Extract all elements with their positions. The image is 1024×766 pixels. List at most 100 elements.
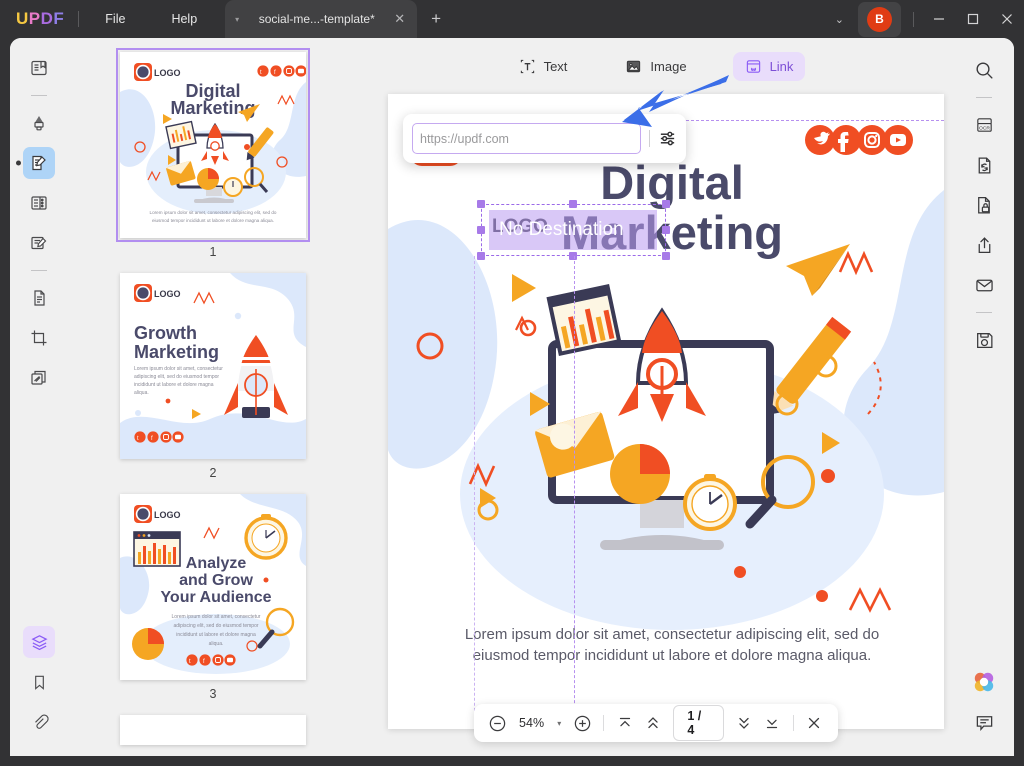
link-guide-horizontal <box>666 120 944 121</box>
sidebar-item-comment[interactable] <box>23 107 55 139</box>
previous-page-button[interactable] <box>640 710 665 737</box>
svg-text:incididunt ut labore et dolore: incididunt ut labore et dolore magna <box>134 382 214 388</box>
left-tool-rail <box>10 38 68 756</box>
next-page-button[interactable] <box>732 710 757 737</box>
svg-text:Lorem ipsum dolor sit amet, co: Lorem ipsum dolor sit amet, consectetur <box>134 366 223 372</box>
resize-handle-w[interactable] <box>477 226 485 234</box>
sidebar-item-layers[interactable] <box>23 626 55 658</box>
tool-text[interactable]: Text <box>507 52 580 81</box>
thumbnail-item[interactable]: LOGO Growth Marketing Lorem ipsum dolor … <box>68 273 358 480</box>
thumbnail-page-2[interactable]: LOGO Growth Marketing Lorem ipsum dolor … <box>120 273 306 459</box>
thumbnail-number: 3 <box>210 687 217 701</box>
sidebar-item-fill-and-sign[interactable] <box>23 227 55 259</box>
link-url-popup[interactable] <box>403 114 686 163</box>
thumbnail-page-1[interactable]: LOGO tf Digital Marketing <box>120 52 306 238</box>
resize-handle-nw[interactable] <box>477 200 485 208</box>
svg-text:incididunt ut labore et dolore: incididunt ut labore et dolore magna <box>176 632 256 638</box>
menu-help[interactable]: Help <box>159 8 209 30</box>
close-toolbar-button[interactable] <box>802 710 827 737</box>
sidebar-item-protect[interactable] <box>968 189 1000 221</box>
resize-handle-sw[interactable] <box>477 252 485 260</box>
svg-text:LOGO: LOGO <box>154 289 181 299</box>
thumbnail-panel[interactable]: LOGO tf Digital Marketing <box>68 38 358 756</box>
sidebar-item-convert[interactable] <box>968 149 1000 181</box>
document-tab[interactable]: ▾ social-me...-template* ✕ <box>225 0 417 38</box>
zoom-in-button[interactable] <box>570 710 595 737</box>
sidebar-item-batch[interactable] <box>23 362 55 394</box>
menu-file[interactable]: File <box>93 8 137 30</box>
active-indicator-dot <box>16 161 21 166</box>
logo-letter-f: F <box>53 9 64 29</box>
updf-window: U P D F File Help ▾ social-me...-templat… <box>0 0 1024 766</box>
sidebar-item-save-as[interactable] <box>968 324 1000 356</box>
svg-text:adipiscing elit, sed do eiusmo: adipiscing elit, sed do eiusmod tempor <box>173 623 258 629</box>
sidebar-item-page-tools[interactable] <box>23 187 55 219</box>
close-icon[interactable]: ✕ <box>394 11 405 27</box>
right-rail-bottom <box>968 662 1000 756</box>
thumbnail-item[interactable]: LOGO tf Digital Marketing <box>68 52 358 259</box>
edit-toolbar: Text Image <box>358 48 954 84</box>
tool-image[interactable]: Image <box>613 52 698 81</box>
zoom-dropdown-chevron-down-icon[interactable]: ▾ <box>551 719 567 728</box>
sidebar-item-bookmarks[interactable] <box>23 666 55 698</box>
sidebar-item-edit-pdf[interactable] <box>23 147 55 179</box>
sidebar-item-ocr[interactable]: OCR <box>968 109 1000 141</box>
new-tab-button[interactable]: + <box>431 9 441 29</box>
sidebar-item-crop-pages[interactable] <box>23 322 55 354</box>
minimize-button[interactable] <box>922 4 956 34</box>
resize-handle-n[interactable] <box>569 200 577 208</box>
right-rail-divider-1 <box>976 97 992 98</box>
link-destination-label: No Destination <box>499 219 624 241</box>
ai-flower-icon <box>972 670 996 694</box>
last-page-button[interactable] <box>760 710 785 737</box>
thumbnail-number: 1 <box>210 245 217 259</box>
resize-handle-se[interactable] <box>662 252 670 260</box>
right-tool-rail: OCR <box>954 38 1014 756</box>
selected-link-annotation[interactable]: No Destination <box>481 204 666 256</box>
resize-handle-e[interactable] <box>662 226 670 234</box>
svg-text:LOGO: LOGO <box>154 510 181 520</box>
tab-list-chevron-down-icon[interactable]: ⌄ <box>825 7 854 32</box>
zoom-level-display[interactable]: 54% <box>513 716 548 730</box>
svg-text:and Grow: and Grow <box>179 572 253 589</box>
account-button[interactable]: B <box>858 2 901 37</box>
rail-divider-1 <box>31 95 47 96</box>
zoom-out-button[interactable] <box>485 710 510 737</box>
link-guide-vertical <box>574 256 575 729</box>
sidebar-item-attachments[interactable] <box>23 706 55 738</box>
titlebar-right-group: ⌄ B <box>825 2 1024 37</box>
tool-link-label: Link <box>770 59 794 74</box>
sidebar-item-search[interactable] <box>968 54 1000 86</box>
sidebar-item-email[interactable] <box>968 269 1000 301</box>
svg-text:Digital: Digital <box>600 156 744 209</box>
app-shell: LOGO tf Digital Marketing <box>10 38 1014 756</box>
sidebar-item-comments[interactable] <box>968 706 1000 738</box>
svg-text:Marketing: Marketing <box>170 98 255 118</box>
svg-text:Lorem ipsum dolor sit amet, co: Lorem ipsum dolor sit amet, consectetur <box>172 614 261 620</box>
tool-image-label: Image <box>650 59 686 74</box>
tool-link[interactable]: Link <box>733 52 806 81</box>
text-tool-icon <box>519 58 536 75</box>
thumbnail-item[interactable] <box>68 715 358 745</box>
maximize-button[interactable] <box>956 4 990 34</box>
thumbnail-item[interactable]: LOGO <box>68 494 358 701</box>
pdf-page-canvas[interactable]: Digital Marketing <box>388 94 944 729</box>
logo-letter-d: D <box>41 9 54 29</box>
link-destination-box[interactable]: No Destination <box>489 210 657 250</box>
svg-text:Marketing: Marketing <box>134 342 219 362</box>
resize-handle-ne[interactable] <box>662 200 670 208</box>
tab-title: social-me...-template* <box>239 12 394 26</box>
sidebar-item-organize-pages[interactable] <box>23 282 55 314</box>
link-url-input[interactable] <box>412 123 641 154</box>
page-navigation-toolbar: 54% ▾ 1 / 4 <box>474 704 838 742</box>
sidebar-item-reader[interactable] <box>23 52 55 84</box>
svg-text:aliqua.: aliqua. <box>209 641 224 647</box>
window-close-button[interactable] <box>990 4 1024 34</box>
page-number-input[interactable]: 1 / 4 <box>673 705 724 741</box>
first-page-button[interactable] <box>612 710 637 737</box>
link-settings-button[interactable] <box>658 129 677 148</box>
sidebar-item-updf-ai[interactable] <box>968 666 1000 698</box>
thumbnail-page-4[interactable] <box>120 715 306 745</box>
thumbnail-page-3[interactable]: LOGO <box>120 494 306 680</box>
sidebar-item-share[interactable] <box>968 229 1000 261</box>
